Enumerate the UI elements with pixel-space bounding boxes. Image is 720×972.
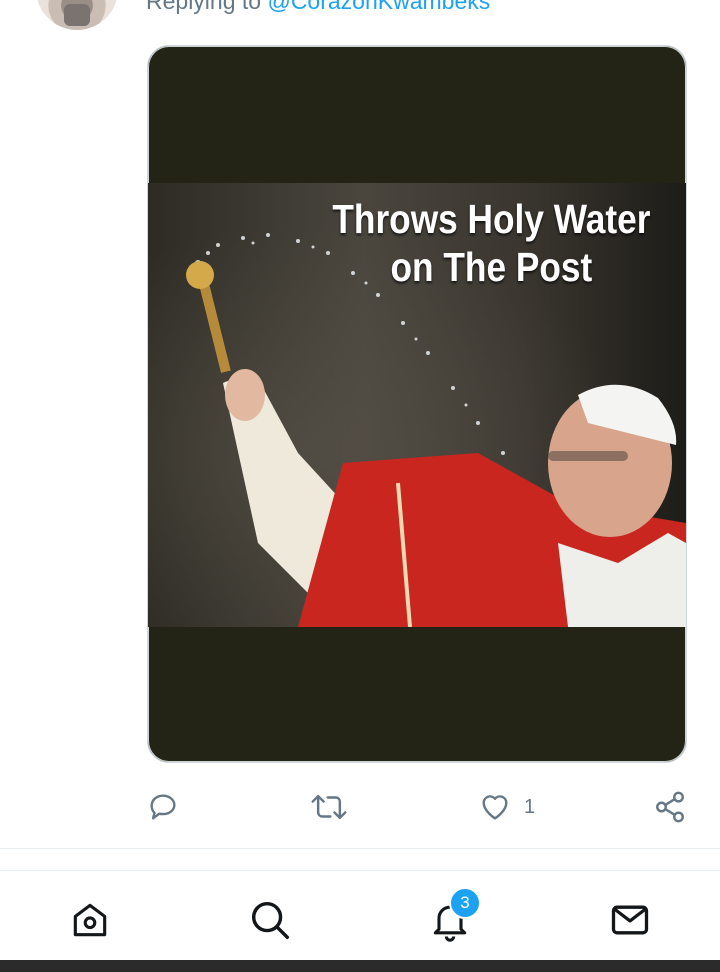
share-button[interactable] <box>652 788 688 826</box>
notification-badge: 3 <box>449 887 481 919</box>
retweet-icon <box>310 790 348 824</box>
caption-line-1: Throws Holy Water <box>332 196 651 242</box>
replying-prefix: Replying to <box>146 0 262 14</box>
reply-icon <box>146 790 180 824</box>
mail-icon <box>608 898 652 947</box>
like-button[interactable]: 1 <box>478 788 535 826</box>
caption-line-2: on The Post <box>390 244 593 290</box>
retweet-button[interactable] <box>310 788 348 826</box>
reply-button[interactable] <box>146 788 180 826</box>
tweet-actions: 1 <box>0 788 720 828</box>
share-icon <box>652 790 688 824</box>
meme-caption: Throws Holy Water on The Post <box>311 195 672 291</box>
reply-handle-link[interactable]: @CorazonKwambeks <box>267 0 490 14</box>
tab-messages[interactable] <box>608 900 652 944</box>
avatar[interactable] <box>36 0 118 30</box>
heart-icon <box>478 790 512 824</box>
replying-to-label: Replying to @CorazonKwambeks <box>146 0 490 15</box>
tab-home[interactable] <box>68 900 112 944</box>
system-nav-bar <box>0 960 720 972</box>
tab-search[interactable] <box>248 900 292 944</box>
meme-image: Throws Holy Water on The Post <box>148 183 686 627</box>
divider <box>0 848 720 849</box>
home-icon <box>68 898 112 947</box>
search-icon <box>247 897 293 948</box>
like-count: 1 <box>524 795 536 818</box>
bottom-tab-bar <box>0 872 720 962</box>
tabbar-divider <box>0 870 720 871</box>
tweet-media[interactable]: Throws Holy Water on The Post <box>147 45 687 763</box>
